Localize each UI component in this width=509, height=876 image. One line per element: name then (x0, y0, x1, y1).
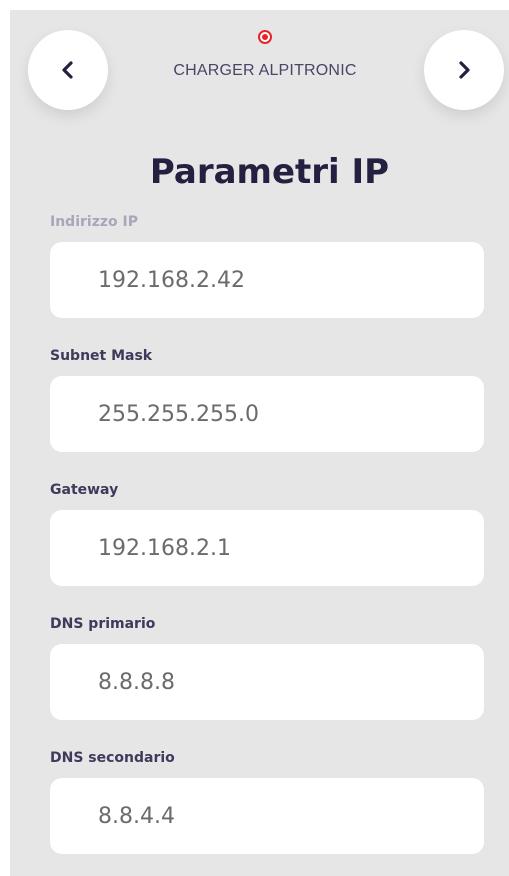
next-button[interactable] (424, 30, 504, 110)
secondary-dns-label: DNS secondario (50, 750, 175, 766)
subnet-mask-label: Subnet Mask (50, 348, 153, 364)
subnet-mask-field[interactable]: 255.255.255.0 (50, 376, 484, 452)
page-title: Parametri IP (149, 152, 390, 192)
gateway-field[interactable]: 192.168.2.1 (50, 510, 484, 586)
primary-dns-field[interactable]: 8.8.8.8 (50, 644, 484, 720)
device-name: CHARGER ALPITRONIC (173, 62, 357, 79)
gateway-label: Gateway (50, 482, 119, 498)
ip-address-label: Indirizzo IP (50, 214, 138, 230)
app-screen: CHARGER ALPITRONIC Parametri IP Indirizz… (10, 10, 509, 876)
chevron-right-icon (454, 60, 474, 80)
primary-dns-label: DNS primario (50, 616, 156, 632)
ip-address-field[interactable]: 192.168.2.42 (50, 242, 484, 318)
status-indicator-icon (258, 30, 272, 44)
secondary-dns-field[interactable]: 8.8.4.4 (50, 778, 484, 854)
previous-button[interactable] (28, 30, 108, 110)
chevron-left-icon (58, 60, 78, 80)
